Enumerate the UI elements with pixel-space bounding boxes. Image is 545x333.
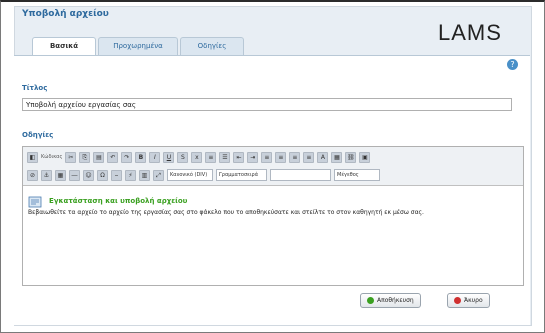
italic-icon[interactable]: I xyxy=(149,151,161,163)
save-button[interactable]: Αποθήκευση xyxy=(360,293,421,308)
align-center-icon[interactable]: ≡ xyxy=(275,151,287,163)
justify-icon[interactable]: ≡ xyxy=(303,151,315,163)
instructions-text: Βεβαιωθείτε τα αρχείο το αρχείο της εργα… xyxy=(28,209,424,216)
template-icon[interactable]: ▥ xyxy=(139,169,150,181)
instructions-heading: Εγκατάσταση και υποβολή αρχείου xyxy=(49,197,188,205)
instructions-label: Οδηγίες xyxy=(22,131,54,139)
align-left-icon[interactable]: ≡ xyxy=(261,151,273,163)
cancel-button[interactable]: Άκυρο xyxy=(447,293,490,308)
outdent-icon[interactable]: ⇤ xyxy=(233,151,245,163)
bold-icon[interactable]: B xyxy=(135,151,147,163)
dialog-title: Υποβολή αρχείου xyxy=(22,9,109,19)
indent-icon[interactable]: ⇥ xyxy=(247,151,259,163)
cut-icon[interactable]: ✂ xyxy=(65,151,77,163)
align-right-icon[interactable]: ≡ xyxy=(289,151,301,163)
redo-icon[interactable]: ↷ xyxy=(121,151,133,163)
save-label: Αποθήκευση xyxy=(377,297,414,304)
strikethrough-icon[interactable]: S xyxy=(177,151,189,163)
title-label: Τίτλος xyxy=(22,84,48,92)
numbered-list-icon[interactable]: ≡ xyxy=(205,151,217,163)
rich-text-editor[interactable]: ◧ Κώδικας ✂ ⎘ ▤ ↶ ↷ B I U S x ≡ ☰ ⇤ ⇥ ≡ … xyxy=(22,146,524,286)
style-select[interactable]: Κανονικό (DIV) xyxy=(167,169,213,181)
link-icon[interactable]: ⛓ xyxy=(345,151,357,163)
underline-icon[interactable]: U xyxy=(163,151,175,163)
special-char-icon[interactable]: Ω xyxy=(97,169,108,181)
size-select[interactable]: Μέγεθος xyxy=(334,169,380,181)
copy-icon[interactable]: ⎘ xyxy=(79,151,91,163)
editor-body[interactable]: Εγκατάσταση και υποβολή αρχείου Βεβαιωθε… xyxy=(23,186,523,284)
hr-icon[interactable]: ― xyxy=(69,169,80,181)
toolbar-row-2: ⊘ ⚓ ▦ ― ☺ Ω ⎯ ⚡ ▥ ⤢ Κανονικό (DIV) Γραμμ… xyxy=(27,168,380,182)
flash-icon[interactable]: ⚡ xyxy=(125,169,136,181)
editor-toolbar: ◧ Κώδικας ✂ ⎘ ▤ ↶ ↷ B I U S x ≡ ☰ ⇤ ⇥ ≡ … xyxy=(23,147,523,186)
undo-icon[interactable]: ↶ xyxy=(107,151,119,163)
cancel-icon xyxy=(454,297,461,304)
maximize-icon[interactable]: ⤢ xyxy=(153,169,164,181)
document-icon xyxy=(28,196,42,208)
paste-icon[interactable]: ▤ xyxy=(93,151,105,163)
smiley-icon[interactable]: ☺ xyxy=(83,169,94,181)
lams-logo: LAMS xyxy=(438,20,502,45)
table-icon[interactable]: ▦ xyxy=(55,169,66,181)
toolbar-row-1: ◧ Κώδικας ✂ ⎘ ▤ ↶ ↷ B I U S x ≡ ☰ ⇤ ⇥ ≡ … xyxy=(27,150,371,164)
bg-color-icon[interactable]: ▦ xyxy=(331,151,343,163)
unlink-icon[interactable]: ⊘ xyxy=(27,169,38,181)
tab-basic[interactable]: Βασικά xyxy=(32,37,96,56)
tab-instructions[interactable]: Οδηγίες xyxy=(180,37,244,55)
anchor-icon[interactable]: ⚓ xyxy=(41,169,52,181)
subscript-icon[interactable]: x xyxy=(191,151,203,163)
format-select[interactable] xyxy=(270,169,331,181)
view-source-icon[interactable]: ◧ xyxy=(27,151,38,163)
source-label[interactable]: Κώδικας xyxy=(41,154,62,160)
font-select[interactable]: Γραμματοσειρά xyxy=(216,169,267,181)
help-icon[interactable]: ? xyxy=(507,59,518,70)
page-break-icon[interactable]: ⎯ xyxy=(111,169,122,181)
text-color-icon[interactable]: A xyxy=(317,151,329,163)
image-icon[interactable]: ▣ xyxy=(359,151,371,163)
tab-advanced[interactable]: Προχωρημένα xyxy=(98,37,178,55)
cancel-label: Άκυρο xyxy=(464,297,483,304)
save-icon xyxy=(367,297,374,304)
bulleted-list-icon[interactable]: ☰ xyxy=(219,151,231,163)
title-input[interactable]: Υποβολή αρχείου εργασίας σας xyxy=(22,98,512,111)
